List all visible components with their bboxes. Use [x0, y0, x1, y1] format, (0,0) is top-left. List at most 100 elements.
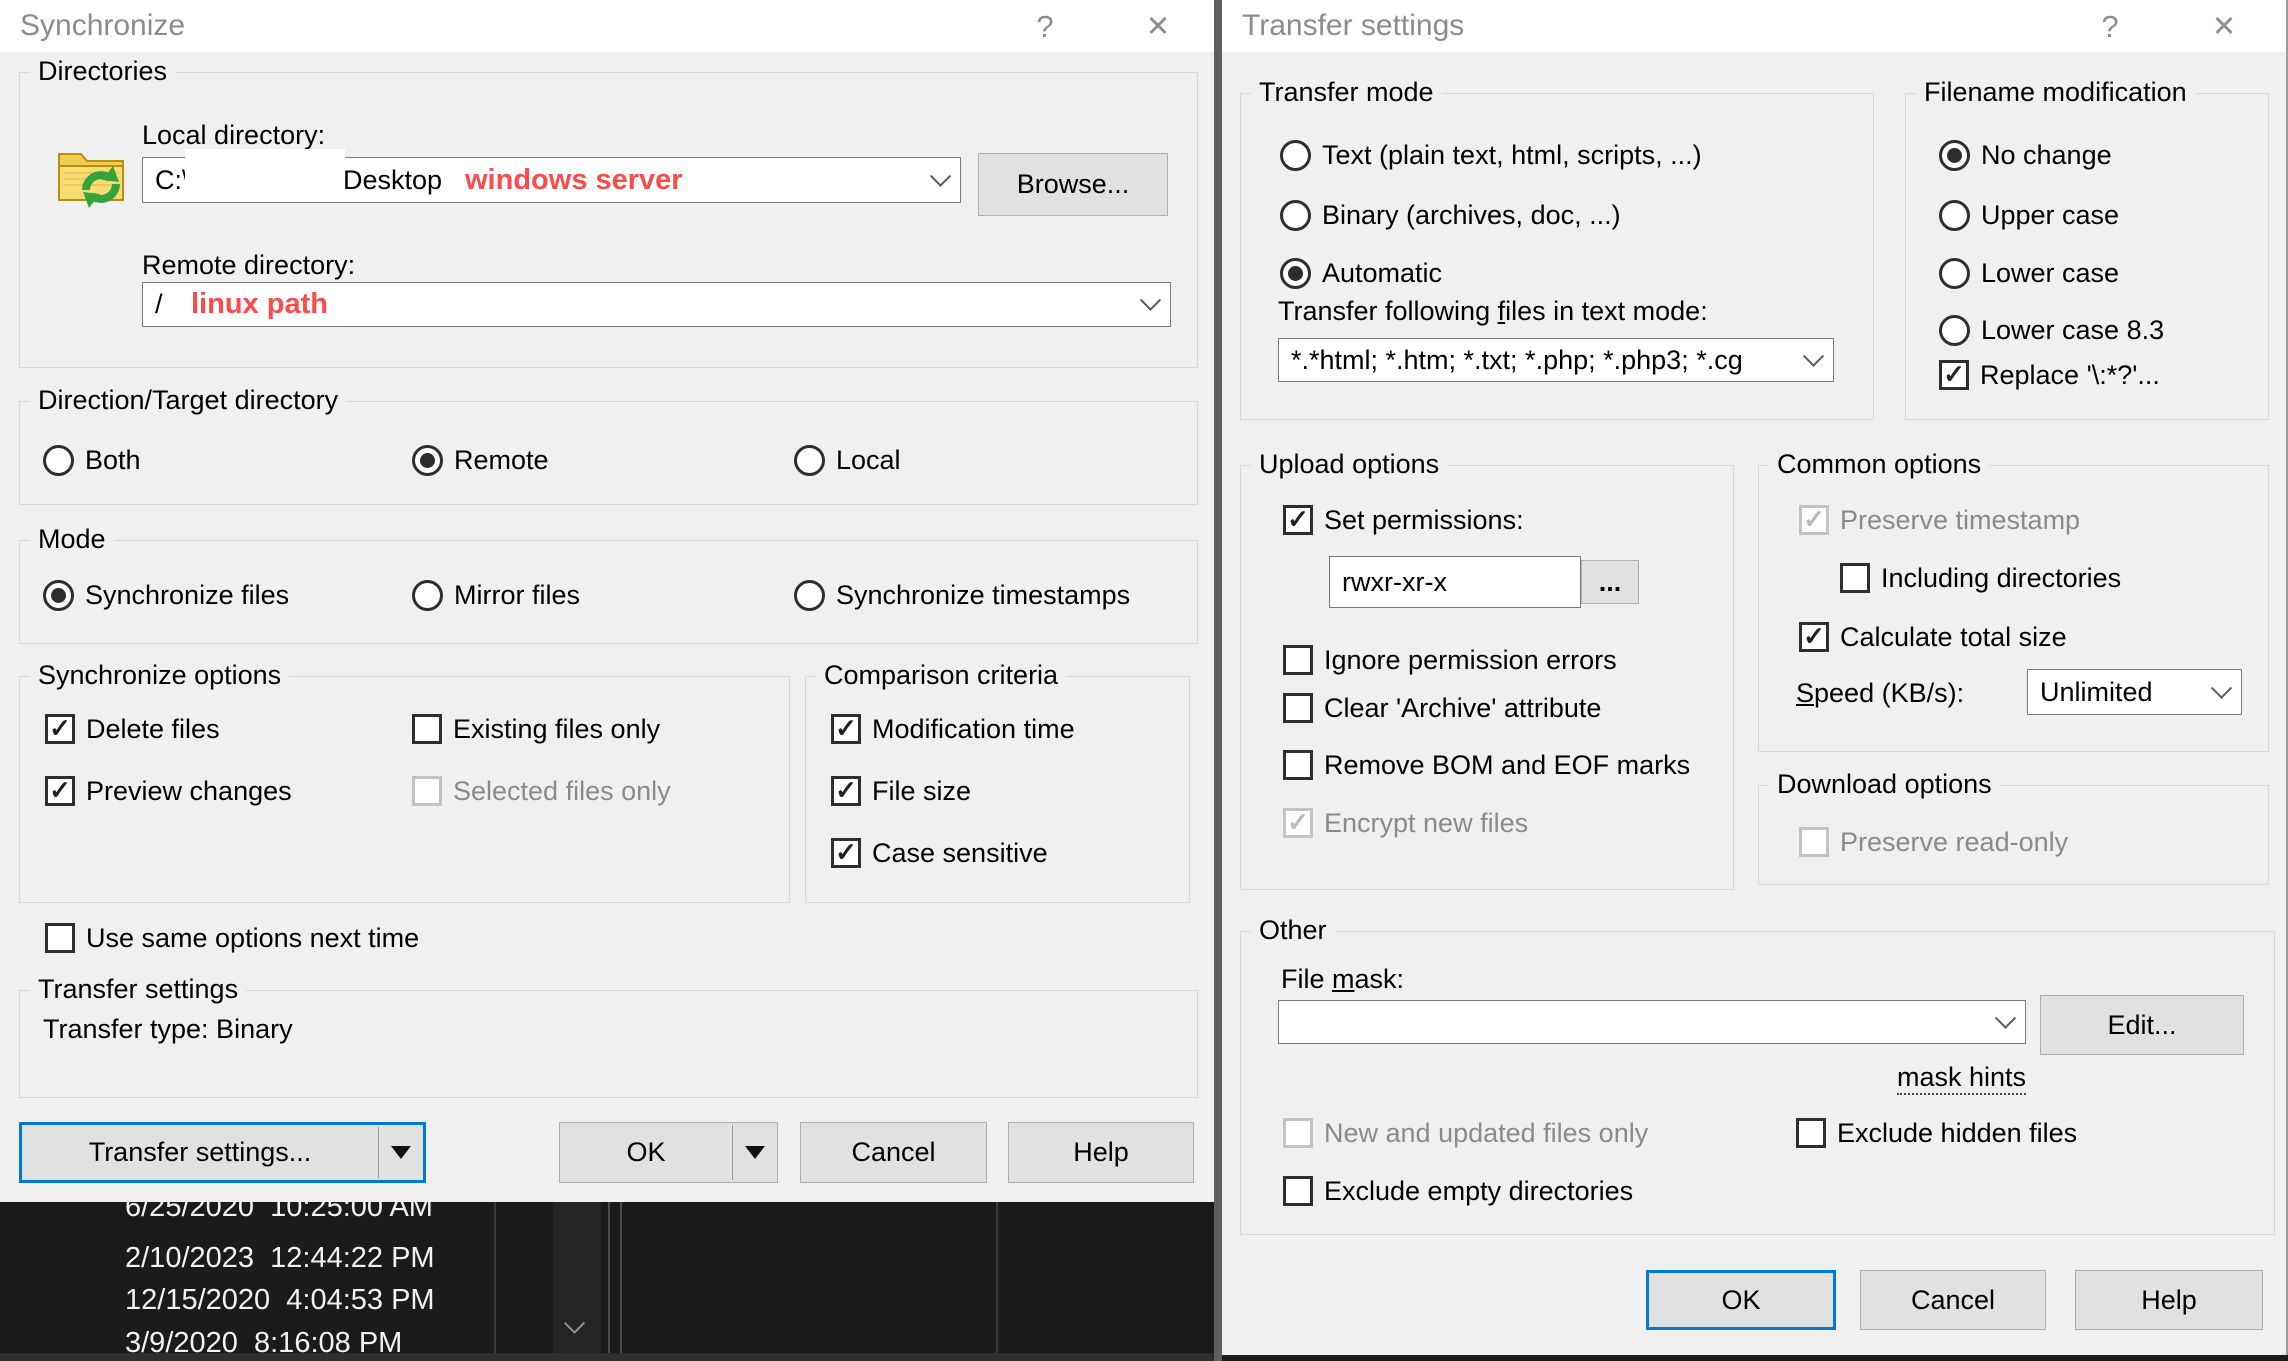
browse-button[interactable]: Browse...: [978, 153, 1168, 216]
radio-upper-case[interactable]: Upper case: [1939, 198, 2119, 232]
checkbox-exclude-empty-directories[interactable]: ✓ Exclude empty directories: [1283, 1174, 1633, 1208]
file-timestamp: 12/15/2020 4:04:53 PM: [125, 1284, 435, 1317]
transfer-settings-button[interactable]: Transfer settings...: [19, 1122, 426, 1183]
checkbox-icon: ✓: [1799, 827, 1829, 857]
mask-hints-link[interactable]: mask hints: [1897, 1062, 2026, 1095]
checkbox-icon: ✓: [1283, 505, 1313, 535]
checkbox-existing-files-only[interactable]: ✓ Existing files only: [412, 712, 660, 746]
checkbox-icon: ✓: [831, 714, 861, 744]
checkbox-preserve-timestamp: ✓ Preserve timestamp: [1799, 503, 2080, 537]
checkbox-exclude-hidden-files[interactable]: ✓ Exclude hidden files: [1796, 1116, 2077, 1150]
radio-direction-remote[interactable]: Remote: [412, 443, 549, 477]
checkbox-use-same-options[interactable]: ✓ Use same options next time: [45, 921, 419, 955]
radio-icon: [1280, 140, 1311, 171]
permissions-ellipsis-button[interactable]: ...: [1581, 560, 1639, 604]
help-titlebar-icon[interactable]: ?: [1015, 6, 1075, 48]
radio-synchronize-timestamps[interactable]: Synchronize timestamps: [794, 578, 1130, 612]
transfer-settings-group-label: Transfer settings: [30, 974, 246, 1005]
permissions-input[interactable]: rwxr-xr-x: [1329, 556, 1581, 608]
radio-automatic-mode[interactable]: Automatic: [1280, 256, 1442, 290]
remote-directory-combobox[interactable]: / linux path: [142, 282, 1171, 327]
ok-button[interactable]: OK: [1646, 1270, 1836, 1330]
radio-icon: [1939, 200, 1970, 231]
checkbox-icon: ✓: [45, 714, 75, 744]
radio-synchronize-files[interactable]: Synchronize files: [43, 578, 289, 612]
direction-group-label: Direction/Target directory: [30, 385, 346, 416]
file-mask-combobox[interactable]: [1278, 1000, 2026, 1044]
transfer-settings-dialog-title: Transfer settings: [1242, 9, 1464, 43]
text-mode-mask-combobox[interactable]: *.*html; *.htm; *.txt; *.php; *.php3; *.…: [1278, 338, 1834, 382]
direction-group: Direction/Target directory: [19, 401, 1198, 505]
checkbox-replace-chars[interactable]: ✓ Replace '\:*?'...: [1939, 358, 2160, 392]
ok-button[interactable]: OK: [559, 1122, 778, 1183]
dropdown-arrow-icon[interactable]: [379, 1125, 423, 1180]
checkbox-icon: ✓: [1283, 645, 1313, 675]
radio-mirror-files[interactable]: Mirror files: [412, 578, 580, 612]
local-directory-label: Local directory:: [142, 120, 325, 151]
radio-direction-local[interactable]: Local: [794, 443, 901, 477]
checkbox-remove-bom-eof[interactable]: ✓ Remove BOM and EOF marks: [1283, 748, 1690, 782]
radio-text-mode[interactable]: Text (plain text, html, scripts, ...): [1280, 138, 1702, 172]
checkbox-file-size[interactable]: ✓ File size: [831, 774, 971, 808]
checkbox-preview-changes[interactable]: ✓ Preview changes: [45, 774, 292, 808]
radio-icon: [794, 580, 825, 611]
close-icon[interactable]: ✕: [2194, 6, 2254, 48]
synchronize-dialog-title: Synchronize: [20, 9, 185, 43]
chevron-down-icon: [1995, 1007, 2016, 1028]
scrollbar[interactable]: [553, 1202, 601, 1353]
synchronize-options-group-label: Synchronize options: [30, 660, 289, 691]
checkbox-icon: ✓: [1283, 1118, 1313, 1148]
cancel-button[interactable]: Cancel: [1860, 1270, 2046, 1330]
radio-no-change[interactable]: No change: [1939, 138, 2112, 172]
checkbox-set-permissions[interactable]: ✓ Set permissions:: [1283, 503, 1524, 537]
cancel-button[interactable]: Cancel: [800, 1122, 987, 1183]
checkbox-icon: ✓: [1283, 808, 1313, 838]
dropdown-arrow-icon[interactable]: [733, 1123, 777, 1182]
radio-icon: [43, 580, 74, 611]
checkbox-icon: ✓: [45, 776, 75, 806]
comparison-criteria-group-label: Comparison criteria: [816, 660, 1066, 691]
chevron-down-icon: [1140, 290, 1161, 311]
radio-direction-both[interactable]: Both: [43, 443, 141, 477]
transfer-settings-dialog: Transfer settings ? ✕ Transfer mode Text…: [1222, 0, 2288, 1355]
checkbox-icon: ✓: [831, 776, 861, 806]
file-timestamp: 2/10/2023 12:44:22 PM: [125, 1242, 435, 1275]
checkbox-icon: ✓: [1283, 1176, 1313, 1206]
checkbox-preserve-read-only: ✓ Preserve read-only: [1799, 825, 2068, 859]
help-titlebar-icon[interactable]: ?: [2080, 6, 2140, 48]
checkbox-including-directories[interactable]: ✓ Including directories: [1840, 561, 2121, 595]
speed-combobox[interactable]: Unlimited: [2027, 669, 2242, 715]
chevron-down-icon: [2211, 677, 2232, 698]
scroll-down-icon[interactable]: [564, 1313, 585, 1334]
radio-lower-case[interactable]: Lower case: [1939, 256, 2119, 290]
file-timestamp: 6/25/2020 10:25:00 AM: [125, 1202, 433, 1224]
radio-icon: [794, 445, 825, 476]
checkbox-calculate-total-size[interactable]: ✓ Calculate total size: [1799, 620, 2067, 654]
radio-icon: [412, 445, 443, 476]
checkbox-clear-archive-attribute[interactable]: ✓ Clear 'Archive' attribute: [1283, 691, 1601, 725]
radio-lower-case-83[interactable]: Lower case 8.3: [1939, 313, 2164, 347]
transfer-mode-group-label: Transfer mode: [1251, 77, 1442, 108]
help-button[interactable]: Help: [2075, 1270, 2263, 1330]
transfer-type-info: Transfer type: Binary: [43, 1014, 293, 1045]
checkbox-ignore-permission-errors[interactable]: ✓ Ignore permission errors: [1283, 643, 1617, 677]
checkbox-icon: ✓: [1939, 360, 1969, 390]
checkbox-modification-time[interactable]: ✓ Modification time: [831, 712, 1075, 746]
help-button[interactable]: Help: [1008, 1122, 1194, 1183]
radio-icon: [43, 445, 74, 476]
checkbox-case-sensitive[interactable]: ✓ Case sensitive: [831, 836, 1048, 870]
transfer-settings-titlebar: Transfer settings ? ✕: [1222, 0, 2286, 52]
folder-sync-icon: [54, 138, 128, 212]
checkbox-icon: ✓: [831, 838, 861, 868]
close-icon[interactable]: ✕: [1128, 6, 1188, 48]
edit-button[interactable]: Edit...: [2040, 995, 2244, 1055]
remote-directory-label: Remote directory:: [142, 250, 355, 281]
file-timestamp: 3/9/2020 8:16:08 PM: [125, 1327, 402, 1353]
checkbox-delete-files[interactable]: ✓ Delete files: [45, 712, 220, 746]
directories-group-label: Directories: [30, 56, 175, 87]
checkbox-icon: ✓: [1283, 693, 1313, 723]
speed-label: Speed (KB/s):: [1796, 678, 1964, 709]
radio-binary-mode[interactable]: Binary (archives, doc, ...): [1280, 198, 1621, 232]
radio-icon: [1280, 200, 1311, 231]
local-directory-combobox[interactable]: C:\ Desktop windows server: [142, 157, 961, 203]
